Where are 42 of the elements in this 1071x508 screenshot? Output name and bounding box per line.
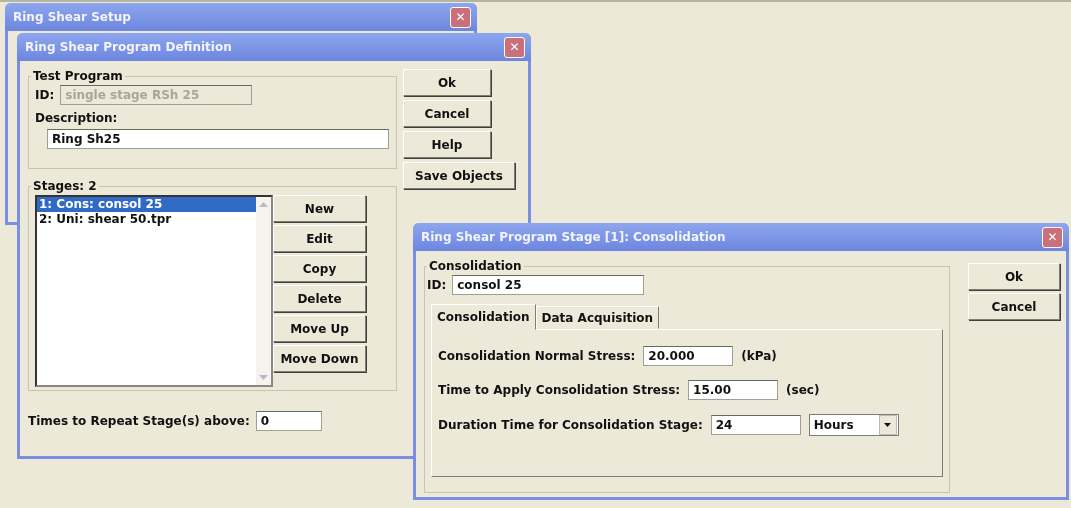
description-label: Description: [35,111,118,125]
unit-dropdown[interactable]: Hours [808,414,899,436]
list-item[interactable]: 2: Uni: shear 50.tpr [37,212,256,227]
scroll-down-icon[interactable] [259,375,268,380]
stage-button[interactable]: Delete [273,285,366,312]
tab[interactable]: Data Acquisition [535,306,660,329]
dialog-button[interactable]: Help [403,131,491,158]
repeat-label: Times to Repeat Stage(s) above: [28,414,250,428]
field-label: Consolidation Normal Stress: [438,349,636,363]
dialog-button[interactable]: Cancel [403,100,491,127]
id-label: ID: [427,278,447,292]
group-title: Stages: 2 [32,179,98,193]
field-label: Time to Apply Consolidation Stress: [438,383,681,397]
stage-button[interactable]: Copy [273,255,366,282]
field-label: Duration Time for Consolidation Stage: [438,418,703,432]
value-field[interactable]: 24 [710,415,801,435]
scroll-up-icon[interactable] [259,202,268,207]
scrollbar[interactable] [256,197,271,385]
group-title: Consolidation [428,259,523,273]
value-field[interactable]: 15.00 [688,380,779,400]
tab[interactable]: Consolidation [431,304,536,330]
id-label: ID: [35,88,55,102]
description-field[interactable]: Ring Sh25 [47,129,389,149]
stage-button[interactable]: Move Down [273,345,366,372]
stage-button[interactable]: New [273,195,366,222]
window-title: Ring Shear Program Stage [1]: Consolidation [421,230,726,244]
repeat-field[interactable]: 0 [255,411,322,431]
dialog-button[interactable]: Save Objects [403,162,515,189]
dropdown-arrow-icon [884,423,892,427]
stage-button[interactable]: Move Up [273,315,366,342]
value-field[interactable]: 20.000 [643,346,734,366]
id-field[interactable]: consol 25 [452,275,645,295]
group-title: Test Program [32,69,124,83]
window-title: Ring Shear Setup [13,10,131,24]
list-item[interactable]: 1: Cons: consol 25 [37,197,256,212]
window-title: Ring Shear Program Definition [25,40,232,54]
stage-button[interactable]: Edit [273,225,366,252]
unit-label: (kPa) [741,349,777,363]
dialog-button[interactable]: Ok [968,263,1060,290]
dialog-button[interactable]: Ok [403,69,491,96]
dialog-button[interactable]: Cancel [968,293,1060,320]
unit-label: (sec) [786,383,820,397]
